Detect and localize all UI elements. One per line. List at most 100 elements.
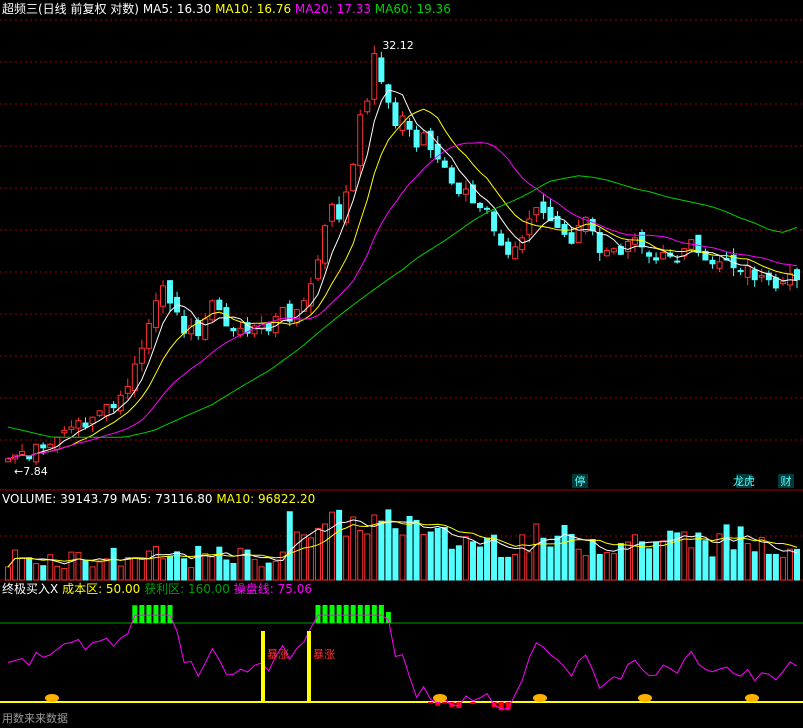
ma20-line [7, 142, 798, 460]
surge-label: 暴涨 [313, 648, 335, 661]
surge-signal-bar [261, 631, 265, 702]
volume-bar [33, 563, 40, 581]
volume-legend-items: VOLUME: 39143.79 MA5: 73116.80 MA10: 968… [2, 492, 315, 506]
volume-bar [505, 556, 512, 581]
volume-bar [181, 558, 188, 581]
volume-bar [772, 553, 779, 581]
candle-body [329, 203, 336, 222]
candle-body [75, 419, 82, 429]
candle-body [695, 234, 702, 253]
indicator-legend-items: 成本区: 50.00 获利区: 160.00 操盘线: 75.06 [62, 582, 312, 596]
volume-bar [265, 562, 272, 581]
volume-bar [159, 558, 166, 581]
trade-line [7, 614, 798, 710]
volume-bar [406, 515, 413, 581]
candle-body [40, 444, 47, 449]
volume-bar [434, 527, 441, 581]
surge-signal-bar [307, 631, 311, 702]
volume-bar [476, 546, 483, 581]
volume-bar [329, 511, 336, 581]
buy-marker [638, 694, 652, 702]
kline-chart[interactable]: 32.12 ←7.84 停 龙虎 财暴涨 暴涨 [0, 0, 803, 728]
buy-marker [45, 694, 59, 702]
volume-bar [469, 541, 476, 581]
event-label: 停 [575, 474, 586, 488]
volume-bar [533, 523, 540, 581]
candle-body [646, 252, 653, 257]
ma-legend-3: MA60: 19.36 [370, 2, 451, 16]
high-price-label: 32.12 [382, 39, 414, 52]
ma-legend-0: MA5: 16.30 [142, 2, 212, 16]
profit-bar [336, 605, 342, 623]
volume-bar [307, 537, 314, 581]
volume-bar [646, 548, 653, 581]
volume-bar [603, 552, 610, 581]
volume-bar [12, 549, 19, 581]
volume-bar [89, 566, 96, 581]
candle-body [631, 237, 638, 245]
candle-body [794, 269, 800, 281]
volume-bar [779, 556, 786, 581]
volume-bar [441, 527, 448, 581]
volume-bar [272, 560, 279, 581]
volume-bar [484, 537, 491, 581]
candle-body [103, 404, 110, 417]
profit-bar [322, 605, 328, 623]
profit-bar [357, 605, 363, 623]
volume-bar [293, 531, 300, 581]
volume-bar [19, 557, 26, 581]
candle-body [434, 143, 441, 160]
candle-body [596, 232, 603, 253]
volume-bar [610, 553, 617, 581]
candle-body [674, 260, 681, 263]
volume-bar [540, 537, 547, 581]
volume-bar [554, 535, 561, 581]
candle-body [371, 53, 378, 100]
candle-body [540, 201, 547, 213]
candle-body [519, 237, 526, 251]
candle-body [462, 188, 469, 195]
volume-bar [758, 537, 765, 581]
candle-body [265, 322, 272, 332]
candle-body [505, 241, 512, 255]
candle-body [19, 450, 26, 455]
volume-bar [667, 530, 674, 581]
event-label: 财 [781, 474, 792, 488]
volume-bar [124, 557, 131, 581]
candle-body [779, 281, 786, 285]
volume-bar [547, 546, 554, 581]
candle-body [131, 363, 138, 392]
volume-bar [399, 534, 406, 581]
candle-body [364, 100, 371, 113]
candle-body [758, 275, 765, 278]
candle-body [145, 323, 152, 349]
profit-bar [139, 605, 145, 623]
ma10-line [7, 108, 798, 460]
volume-bar [357, 529, 364, 581]
candle-body [716, 261, 723, 269]
volume-bar [462, 536, 469, 581]
volume-bar [589, 539, 596, 581]
volume-bar [343, 535, 350, 581]
volume-bar [103, 558, 110, 581]
volume-bar [653, 541, 660, 581]
ma5-line [7, 89, 798, 460]
volume-bar [596, 553, 603, 581]
candle-body [181, 316, 188, 334]
candle-body [512, 246, 519, 260]
volume-bar [786, 548, 793, 581]
volume-bar [751, 551, 758, 581]
candle-body [110, 404, 117, 409]
volume-bar [336, 509, 343, 581]
candle-body [124, 385, 131, 394]
candle-body [441, 160, 448, 168]
volume-bar [364, 533, 371, 581]
watermark: 用数来来数据 [2, 712, 68, 725]
chart-stage: 32.12 ←7.84 停 龙虎 财暴涨 暴涨 超频三(日线 前复权 对数) MA5: 1… [0, 0, 803, 728]
profit-bar [153, 605, 159, 623]
candle-body [5, 458, 11, 463]
indicator-legend-0: 成本区: 50.00 [62, 582, 141, 596]
volume-bar [145, 550, 152, 581]
candle-body [484, 207, 491, 210]
volume-bar [723, 524, 730, 581]
